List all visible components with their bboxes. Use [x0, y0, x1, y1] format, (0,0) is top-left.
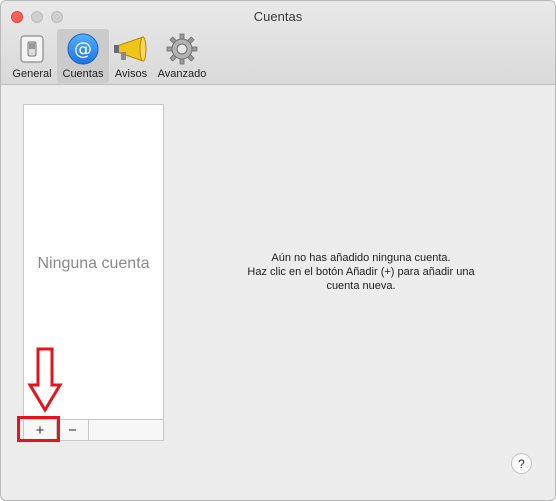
message-line-3: cuenta nueva.	[326, 280, 396, 292]
tab-cuentas[interactable]: @ Cuentas	[57, 29, 109, 83]
annotation-highlight-box	[17, 416, 60, 442]
tab-general-label: General	[12, 68, 52, 80]
switch-icon	[14, 31, 50, 67]
no-accounts-message: Aún no has añadido ninguna cuenta. Haz c…	[211, 251, 511, 293]
preferences-tabs: General @ Cuentas Avisos Avanzado	[7, 29, 211, 83]
megaphone-icon	[113, 31, 149, 67]
mail-preferences-window: Cuentas General @ Cuentas Avisos Avanzad…	[0, 0, 556, 501]
help-button[interactable]: ?	[511, 453, 532, 474]
tab-avanzado-label: Avanzado	[157, 68, 207, 80]
tab-general[interactable]: General	[7, 29, 57, 83]
gear-icon	[164, 31, 200, 67]
message-line-1: Aún no has añadido ninguna cuenta.	[271, 252, 451, 264]
tab-avisos-label: Avisos	[114, 68, 148, 80]
titlebar: Cuentas General @ Cuentas Avisos Avanzad…	[1, 1, 555, 85]
remove-account-button[interactable]: −	[57, 420, 89, 440]
at-sign-icon: @	[65, 31, 101, 67]
annotation-arrow-icon	[27, 347, 63, 413]
svg-text:@: @	[74, 39, 92, 60]
tab-avanzado[interactable]: Avanzado	[153, 29, 211, 83]
message-line-2: Haz clic en el botón Añadir (+) para aña…	[247, 266, 475, 278]
window-title: Cuentas	[253, 9, 303, 24]
empty-accounts-label: Ninguna cuenta	[37, 255, 150, 272]
tab-cuentas-label: Cuentas	[62, 68, 104, 80]
tab-avisos[interactable]: Avisos	[109, 29, 153, 83]
